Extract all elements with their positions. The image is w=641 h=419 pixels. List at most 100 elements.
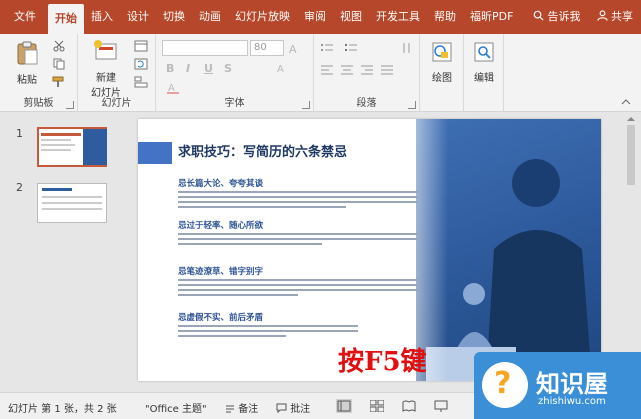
increase-font-icon[interactable]: A xyxy=(288,42,302,54)
tab-review[interactable]: 审阅 xyxy=(297,4,333,30)
site-watermark: ? 知识屋 zhishiwu.com xyxy=(474,352,641,419)
normal-view-icon[interactable] xyxy=(336,399,352,413)
cut-icon[interactable] xyxy=(52,40,66,52)
paste-label: 粘贴 xyxy=(17,75,37,86)
share-button[interactable]: 共享 xyxy=(589,4,641,30)
align-left-icon[interactable] xyxy=(320,64,334,76)
thumbnail-slide-1[interactable] xyxy=(37,127,107,167)
group-drawing: 绘图 xyxy=(420,34,464,112)
italic-button[interactable]: I xyxy=(186,62,190,75)
thumbnail-number: 2 xyxy=(16,181,23,194)
new-slide-icon xyxy=(94,40,117,60)
drawing-label: 绘图 xyxy=(432,73,452,84)
slide-sorter-icon[interactable] xyxy=(370,400,384,412)
watermark-title: 知识屋 xyxy=(536,370,608,398)
group-slides: 新建 幻灯片 幻灯片 xyxy=(78,34,156,112)
menu-bar: 文件 开始 插入 设计 切换 动画 幻灯片放映 审阅 视图 开发工具 帮助 福昕… xyxy=(0,0,641,34)
body-text xyxy=(178,233,418,248)
paragraph-launcher-icon[interactable] xyxy=(408,101,416,109)
align-center-icon[interactable] xyxy=(340,64,354,76)
tell-me-label: 告诉我 xyxy=(547,10,581,23)
theme-name: "Office 主题" xyxy=(145,404,207,415)
tab-foxit-pdf[interactable]: 福昕PDF xyxy=(463,4,520,30)
group-font: 80 A B I U S A A 字体 xyxy=(156,34,314,112)
section-heading: 忌笔迹潦草、错字别字 xyxy=(178,267,264,277)
tab-transitions[interactable]: 切换 xyxy=(156,4,192,30)
font-group-label: 字体 xyxy=(224,98,245,109)
font-launcher-icon[interactable] xyxy=(302,101,310,109)
numbering-icon[interactable] xyxy=(344,42,358,54)
section-icon[interactable] xyxy=(134,76,148,88)
tab-home[interactable]: 开始 xyxy=(48,4,84,34)
editing-button[interactable]: 编辑 xyxy=(466,40,502,84)
slide-workspace: 求职技巧：写简历的六条禁忌 忌长篇大论、夸夸其谈 忌过于轻率、随心所欲 忌笔迹潦… xyxy=(124,113,641,390)
collapse-ribbon-icon[interactable] xyxy=(621,99,631,105)
slide-canvas[interactable]: 求职技巧：写简历的六条禁忌 忌长篇大论、夸夸其谈 忌过于轻率、随心所欲 忌笔迹潦… xyxy=(138,119,601,381)
title-accent-block xyxy=(138,142,172,164)
section-heading: 忌过于轻率、随心所欲 xyxy=(178,221,264,231)
slide-title: 求职技巧：写简历的六条禁忌 xyxy=(178,145,348,160)
font-name-field[interactable] xyxy=(162,40,248,56)
text-direction-icon[interactable] xyxy=(400,42,414,54)
notes-label: 备注 xyxy=(238,404,259,415)
watermark-logo: ? xyxy=(482,362,528,408)
reset-icon[interactable] xyxy=(134,58,148,70)
overlay-instruction: 按F5键 xyxy=(338,347,427,377)
paragraph-group-label: 段落 xyxy=(356,98,377,109)
clipboard-launcher-icon[interactable] xyxy=(66,101,74,109)
slideshow-icon[interactable] xyxy=(434,400,448,412)
body-text xyxy=(178,279,418,299)
drawing-button[interactable]: 绘图 xyxy=(424,40,460,84)
new-slide-label-1: 新建 xyxy=(96,73,116,84)
shapes-icon xyxy=(432,42,452,62)
section-heading: 忌虚假不实、前后矛盾 xyxy=(178,313,264,323)
font-size-field[interactable]: 80 xyxy=(250,40,284,56)
watermark-url: zhishiwu.com xyxy=(538,396,606,407)
tab-view[interactable]: 视图 xyxy=(333,4,369,30)
tab-help[interactable]: 帮助 xyxy=(427,4,463,30)
svg-text:A: A xyxy=(277,64,284,74)
question-mark-icon: ? xyxy=(494,366,512,401)
font-color-icon[interactable]: A xyxy=(166,82,180,94)
tab-animations[interactable]: 动画 xyxy=(192,4,228,30)
format-painter-icon[interactable] xyxy=(52,76,66,88)
notes-icon xyxy=(226,405,234,413)
vertical-scrollbar[interactable] xyxy=(625,113,637,390)
clipboard-icon xyxy=(17,41,38,65)
align-right-icon[interactable] xyxy=(360,64,374,76)
bold-button[interactable]: B xyxy=(166,62,174,75)
tab-slideshow[interactable]: 幻灯片放映 xyxy=(228,4,297,30)
tab-file[interactable]: 文件 xyxy=(0,4,48,30)
scrollbar-thumb[interactable] xyxy=(627,125,635,185)
strike-button[interactable]: S xyxy=(224,62,232,75)
tab-design[interactable]: 设计 xyxy=(120,4,156,30)
tab-developer[interactable]: 开发工具 xyxy=(369,4,427,30)
editing-label: 编辑 xyxy=(474,73,494,84)
layout-icon[interactable] xyxy=(134,40,148,52)
underline-button[interactable]: U xyxy=(204,62,213,75)
reading-view-icon[interactable] xyxy=(402,400,416,412)
copy-icon[interactable] xyxy=(52,58,66,70)
svg-text:A: A xyxy=(289,43,297,54)
group-clipboard: 粘贴 剪贴板 xyxy=(0,34,78,112)
scroll-up-icon[interactable] xyxy=(625,115,637,123)
justify-icon[interactable] xyxy=(380,64,394,76)
section-heading: 忌长篇大论、夸夸其谈 xyxy=(178,179,264,189)
paste-button[interactable]: 粘贴 xyxy=(10,40,44,86)
clear-format-icon[interactable]: A xyxy=(276,62,290,74)
notes-button[interactable]: 备注 xyxy=(225,400,258,415)
thumbnail-slide-2[interactable] xyxy=(37,183,107,223)
find-icon xyxy=(474,42,494,62)
new-slide-button[interactable]: 新建 幻灯片 xyxy=(84,38,128,99)
tell-me-button[interactable]: 告诉我 xyxy=(525,4,589,30)
slide-count: 幻灯片 第 1 张，共 2 张 xyxy=(8,404,117,415)
group-editing: 编辑 xyxy=(464,34,504,112)
comments-button[interactable]: 批注 xyxy=(276,400,310,415)
thumbnail-number: 1 xyxy=(16,127,23,140)
body-text xyxy=(178,191,418,211)
ribbon: 粘贴 剪贴板 新建 幻灯片 幻灯片 80 A B I U S A A 字体 段落… xyxy=(0,34,641,112)
bullets-icon[interactable] xyxy=(320,42,334,54)
slides-group-label: 幻灯片 xyxy=(101,98,132,109)
tab-insert[interactable]: 插入 xyxy=(84,4,120,30)
thumbnail-pane: 1 2 xyxy=(0,113,124,390)
